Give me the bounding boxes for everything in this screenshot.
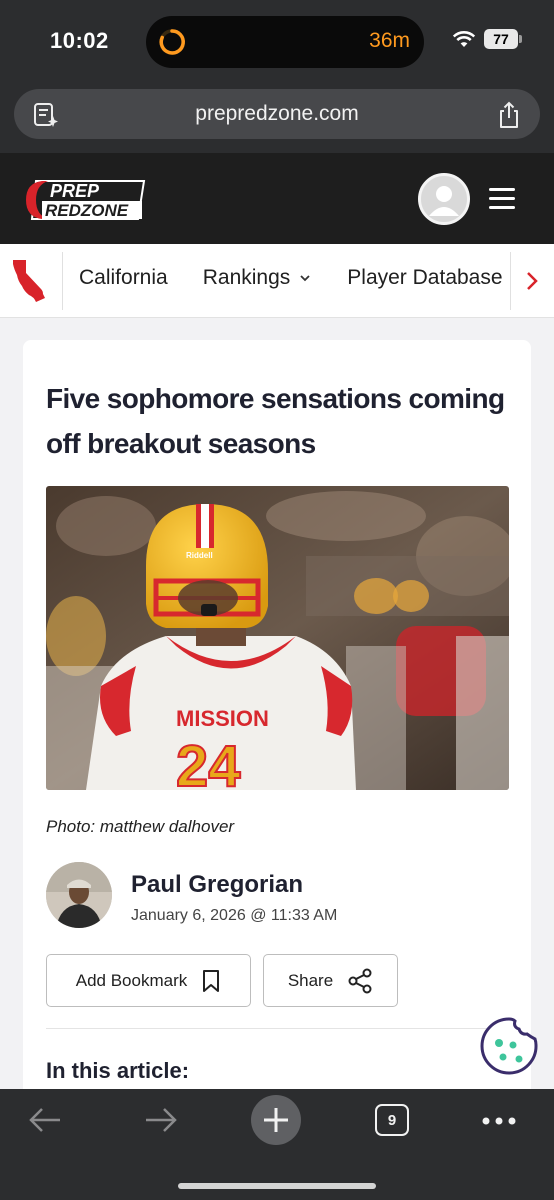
publish-date: January 6, 2026 @ 11:33 AM <box>131 907 338 924</box>
logo-line1: PREP <box>50 181 100 201</box>
status-bar: 10:02 36m 77 <box>0 0 554 84</box>
share-nodes-icon <box>348 968 372 993</box>
article-title: Five sophomore sensations coming off bre… <box>46 383 505 459</box>
add-bookmark-button[interactable]: Add Bookmark <box>46 954 251 1007</box>
hamburger-menu-button[interactable] <box>487 186 519 212</box>
browser-chrome: 10:02 36m 77 prepredzone.com <box>0 0 554 153</box>
article-card: Five sophomore sensations coming off bre… <box>23 340 531 1100</box>
chevron-right-icon <box>527 272 538 290</box>
nav-item-rankings[interactable]: Rankings <box>203 266 313 290</box>
logo-line2: REDZONE <box>45 201 129 220</box>
chevron-down-icon <box>300 275 310 282</box>
jersey-number: 24 <box>176 734 241 790</box>
battery-icon: 77 <box>484 29 522 49</box>
url-text: prepredzone.com <box>195 102 359 125</box>
nav-divider <box>62 252 63 310</box>
timer-remaining: 36m <box>369 29 410 52</box>
nav-item-california[interactable]: California <box>79 266 168 290</box>
more-icon[interactable] <box>482 1117 516 1125</box>
nav-scroll-next-button[interactable] <box>510 252 554 310</box>
author-avatar[interactable] <box>46 862 112 928</box>
menu-line <box>489 197 515 200</box>
helmet-brand: Riddell <box>186 551 213 560</box>
share-button[interactable]: Share <box>263 954 398 1007</box>
article-photo[interactable]: MISSION 24 Riddell <box>46 486 509 790</box>
photo-caption: Photo: matthew dalhover <box>46 817 235 836</box>
author-photo <box>46 862 112 928</box>
menu-line <box>489 188 515 191</box>
nav-items: California Rankings Player Database <box>79 266 503 290</box>
share-icon[interactable] <box>496 100 522 130</box>
user-icon <box>429 186 459 216</box>
address-bar[interactable]: prepredzone.com <box>14 89 540 139</box>
add-bookmark-label: Add Bookmark <box>75 970 188 990</box>
site-header: PREP REDZONE <box>0 153 554 244</box>
share-label: Share <box>287 970 334 990</box>
in-this-article-heading: In this article: <box>46 1058 190 1083</box>
bookmark-icon <box>203 969 220 992</box>
cookie-settings-icon[interactable] <box>479 1015 539 1075</box>
timer-ring-icon <box>159 29 185 55</box>
back-arrow-icon[interactable] <box>27 1103 63 1137</box>
home-indicator <box>178 1183 376 1189</box>
menu-line <box>489 206 515 209</box>
plus-icon <box>264 1108 288 1132</box>
tabs-icon[interactable]: 9 <box>375 1104 409 1136</box>
nav-item-rankings-label: Rankings <box>202 266 291 289</box>
status-icons: 77 <box>452 29 522 49</box>
nav-item-player-database[interactable]: Player Database <box>347 266 502 290</box>
author-name[interactable]: Paul Gregorian <box>131 871 303 899</box>
account-avatar-button[interactable] <box>418 173 470 225</box>
new-tab-button[interactable] <box>251 1095 301 1145</box>
football-player-photo: MISSION 24 Riddell <box>46 486 509 790</box>
jersey-name: MISSION <box>176 706 269 731</box>
dynamic-island[interactable]: 36m <box>146 16 424 68</box>
state-nav: California Rankings Player Database <box>0 244 554 318</box>
forward-arrow-icon[interactable] <box>143 1103 179 1137</box>
prep-redzone-logo[interactable]: PREP REDZONE <box>22 177 148 223</box>
wifi-icon <box>452 31 476 47</box>
separator <box>46 1028 509 1029</box>
california-map-icon[interactable] <box>10 257 50 305</box>
status-time: 10:02 <box>50 28 109 53</box>
